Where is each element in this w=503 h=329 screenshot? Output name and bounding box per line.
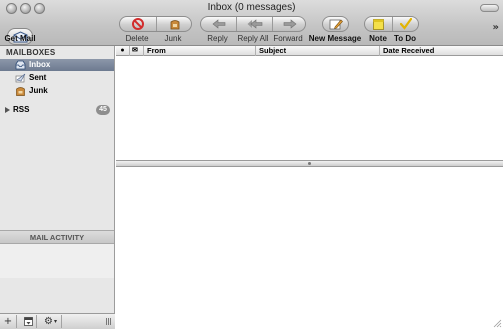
sidebar-bottom-bar: + ⚙ ▾ <box>0 313 115 329</box>
junk-button[interactable] <box>156 17 192 31</box>
mail-activity-heading: MAIL ACTIVITY <box>0 230 114 244</box>
gear-action-button[interactable]: ⚙ ▾ <box>40 315 62 328</box>
reply-all-label: Reply All <box>237 34 269 43</box>
pane-splitter[interactable] <box>116 160 503 167</box>
gear-icon: ⚙ <box>44 316 53 327</box>
chevron-down-icon: ▾ <box>53 318 57 325</box>
add-mailbox-button[interactable]: + <box>0 315 17 328</box>
checkmark-icon <box>400 18 412 30</box>
rss-unread-badge: 45 <box>96 105 110 115</box>
new-message-icon-wrap <box>323 17 348 31</box>
to-do-button[interactable] <box>392 17 419 31</box>
column-subject[interactable]: Subject <box>255 46 379 56</box>
delete-icon <box>132 18 144 30</box>
mailbox-rss-label: RSS <box>13 105 30 114</box>
show-mail-activity-button[interactable] <box>20 315 37 328</box>
note-button[interactable] <box>365 17 392 31</box>
activity-panel-icon <box>23 317 33 326</box>
reply-all-button[interactable] <box>236 17 272 31</box>
mailbox-sent[interactable]: Sent <box>0 72 114 84</box>
delete-label: Delete <box>125 34 149 43</box>
inbox-tray-icon <box>15 60 26 70</box>
new-message-label: New Message <box>308 34 362 43</box>
junk-icon <box>170 20 179 30</box>
sent-paper-plane-icon <box>15 73 26 83</box>
reply-all-arrow-icon <box>247 19 262 29</box>
column-from[interactable]: From <box>143 46 255 56</box>
message-preview-pane[interactable] <box>116 167 503 329</box>
forward-arrow-icon <box>283 19 296 29</box>
mailbox-sent-label: Sent <box>29 73 47 82</box>
reply-group <box>200 16 306 32</box>
mailbox-junk-label: Junk <box>29 86 48 95</box>
column-flag[interactable]: ✉ <box>129 46 143 56</box>
reply-label: Reply <box>207 34 228 43</box>
message-list[interactable]: ● ✉ From Subject Date Received <box>116 46 503 160</box>
splitter-grip-icon <box>308 162 311 165</box>
delete-button[interactable] <box>120 17 156 31</box>
reply-arrow-icon <box>212 19 225 29</box>
window-resize-grip-icon[interactable] <box>492 318 502 328</box>
window-title: Inbox (0 messages) <box>207 2 296 13</box>
mailbox-inbox-label: Inbox <box>29 60 51 69</box>
new-message-button[interactable] <box>322 16 349 32</box>
junk-label: Junk <box>164 34 182 43</box>
reply-button[interactable] <box>201 17 236 31</box>
note-todo-group <box>364 16 419 32</box>
delete-junk-group <box>119 16 192 32</box>
column-date-received[interactable]: Date Received <box>379 46 503 56</box>
toolbar-overflow-button[interactable]: » <box>493 22 499 33</box>
column-unread[interactable]: ● <box>116 46 129 56</box>
mailbox-junk[interactable]: Junk <box>0 85 114 97</box>
get-mail-label: Get Mail <box>4 34 36 43</box>
to-do-label: To Do <box>393 34 417 43</box>
sidebar-resize-handle[interactable] <box>106 318 112 325</box>
mailboxes-sidebar: MAILBOXES Inbox Sent Junk RSS 45 MAIL AC… <box>0 46 115 329</box>
mail-activity-panel <box>0 244 114 278</box>
message-list-header: ● ✉ From Subject Date Received <box>116 46 503 56</box>
new-message-icon <box>329 19 343 30</box>
junk-bag-icon <box>15 86 26 96</box>
mailbox-rss[interactable]: RSS 45 <box>0 104 114 116</box>
disclosure-triangle-icon[interactable] <box>5 107 10 113</box>
mailbox-inbox[interactable]: Inbox <box>0 59 114 71</box>
note-label: Note <box>369 34 387 43</box>
forward-label: Forward <box>273 34 303 43</box>
forward-button[interactable] <box>272 17 306 31</box>
mailboxes-heading: MAILBOXES <box>6 48 56 57</box>
note-icon <box>373 18 384 30</box>
toolbar: Inbox (0 messages) Get Mail Delete Junk … <box>0 0 503 46</box>
mail-window: Inbox (0 messages) Get Mail Delete Junk … <box>0 0 503 329</box>
